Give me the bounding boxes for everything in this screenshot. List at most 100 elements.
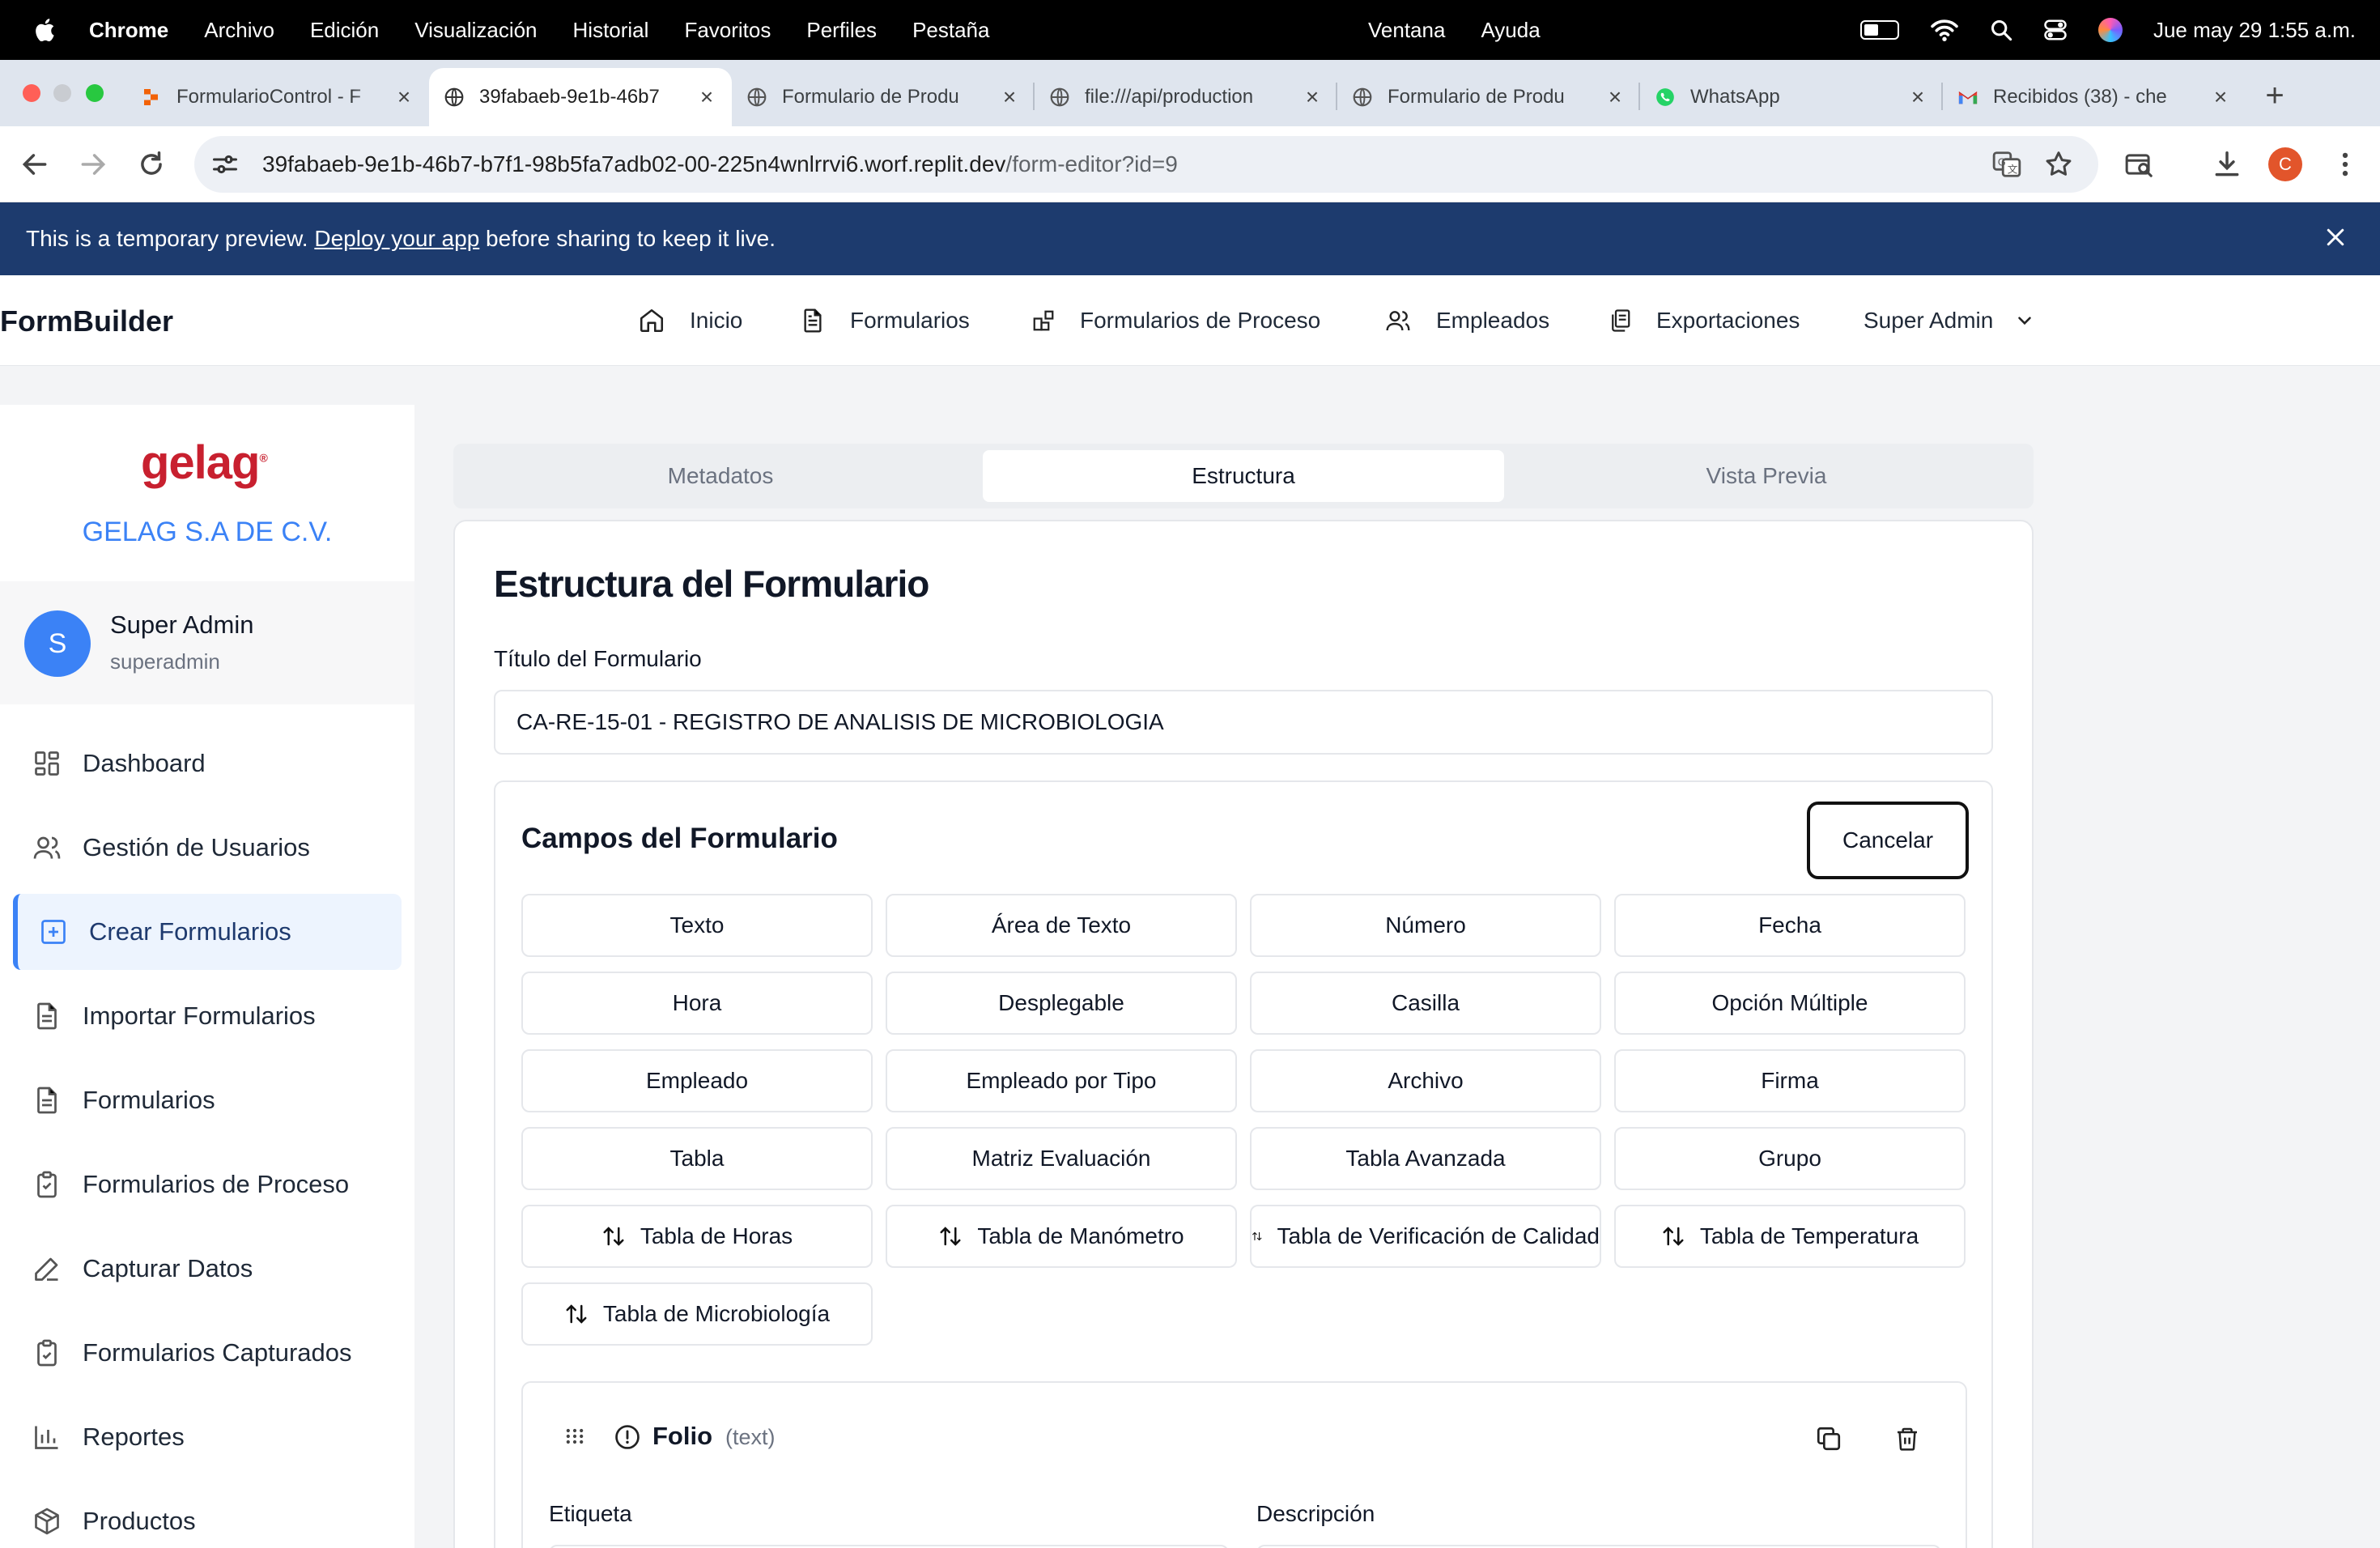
add-field-empleado-tipo-button[interactable]: Empleado por Tipo — [886, 1049, 1237, 1112]
add-field-tabla-microbiologia-button[interactable]: Tabla de Microbiología — [521, 1282, 873, 1346]
add-field-tabla-temperatura-button[interactable]: Tabla de Temperatura — [1614, 1205, 1966, 1268]
tab-close-icon[interactable]: × — [1907, 84, 1928, 110]
nav-formularios[interactable]: Formularios — [800, 275, 970, 366]
tab-close-icon[interactable]: × — [999, 84, 1020, 110]
sidebar-item-formularios[interactable]: Formularios — [13, 1062, 402, 1138]
chrome-menu-icon[interactable] — [2330, 149, 2361, 180]
user-menu[interactable]: Super Admin — [1864, 275, 2035, 366]
new-tab-button[interactable]: + — [2255, 76, 2294, 115]
arrow-up-down-icon — [603, 1227, 624, 1246]
apple-logo-icon[interactable] — [32, 16, 60, 44]
wifi-icon[interactable] — [1930, 18, 1959, 42]
nav-inicio[interactable]: Inicio — [638, 275, 742, 366]
browser-tab[interactable]: Recibidos (38) - che × — [1943, 68, 2246, 126]
sidebar-item-dashboard[interactable]: Dashboard — [13, 725, 402, 802]
close-icon[interactable] — [2323, 225, 2348, 249]
tab-metadatos[interactable]: Metadatos — [460, 450, 981, 502]
sidebar-item-productos[interactable]: Productos — [13, 1483, 402, 1548]
reload-icon[interactable] — [136, 149, 167, 180]
add-field-archivo-button[interactable]: Archivo — [1250, 1049, 1601, 1112]
tab-search-icon[interactable] — [2124, 149, 2155, 180]
menubar-item-ayuda[interactable]: Ayuda — [1481, 18, 1540, 43]
bookmark-star-icon[interactable] — [2043, 149, 2074, 180]
browser-tab[interactable]: Formulario de Produ × — [1337, 68, 1640, 126]
menubar-item-visualizacion[interactable]: Visualización — [414, 18, 537, 43]
nav-exportaciones[interactable]: Exportaciones — [1608, 275, 1800, 366]
menubar-item-archivo[interactable]: Archivo — [204, 18, 274, 43]
sidebar-item-formularios-capturados[interactable]: Formularios Capturados — [13, 1315, 402, 1391]
tab-close-icon[interactable]: × — [2210, 84, 2231, 110]
translate-icon[interactable]: G文 — [1991, 149, 2022, 180]
deploy-app-link[interactable]: Deploy your app — [314, 226, 479, 252]
control-center-icon[interactable] — [2043, 18, 2068, 42]
menubar-item-edicion[interactable]: Edición — [310, 18, 379, 43]
field-label-input[interactable] — [549, 1545, 1229, 1548]
forward-arrow-icon[interactable] — [78, 149, 108, 180]
menubar-item-ventana[interactable]: Ventana — [1368, 18, 1445, 43]
tab-close-icon[interactable]: × — [696, 84, 717, 110]
back-arrow-icon[interactable] — [19, 149, 50, 180]
sidebar-item-reportes[interactable]: Reportes — [13, 1399, 402, 1475]
window-close-button[interactable] — [23, 84, 40, 102]
add-field-firma-button[interactable]: Firma — [1614, 1049, 1966, 1112]
browser-tab-title: Formulario de Produ — [782, 86, 959, 108]
add-field-texto-button[interactable]: Texto — [521, 894, 873, 957]
download-icon[interactable] — [2212, 149, 2242, 180]
file-icon — [37, 1087, 57, 1114]
tab-close-icon[interactable]: × — [393, 84, 414, 110]
nav-empleados[interactable]: Empleados — [1384, 275, 1549, 366]
siri-icon[interactable] — [2097, 18, 2123, 42]
button-label: Tabla de Manómetro — [977, 1223, 1184, 1248]
add-field-hora-button[interactable]: Hora — [521, 972, 873, 1035]
tab-close-icon[interactable]: × — [1302, 84, 1323, 110]
window-minimize-button[interactable] — [53, 84, 71, 102]
form-title-input[interactable]: CA-RE-15-01 - REGISTRO DE ANALISIS DE MI… — [494, 690, 1993, 755]
sidebar-item-crear-formularios[interactable]: Crear Formularios — [13, 894, 402, 970]
nav-formularios-de-proceso[interactable]: Formularios de Proceso — [1031, 275, 1320, 366]
window-zoom-button[interactable] — [86, 84, 104, 102]
sidebar-item-capturar-datos[interactable]: Capturar Datos — [13, 1231, 402, 1307]
browser-tab[interactable]: WhatsApp × — [1640, 68, 1943, 126]
browser-tab[interactable]: Formulario de Produ × — [732, 68, 1035, 126]
drag-handle-icon[interactable] — [563, 1425, 586, 1448]
add-field-casilla-button[interactable]: Casilla — [1250, 972, 1601, 1035]
add-field-tabla-horas-button[interactable]: Tabla de Horas — [521, 1205, 873, 1268]
spotlight-search-icon[interactable] — [1990, 19, 2012, 41]
sidebar-item-gestion-usuarios[interactable]: Gestión de Usuarios — [13, 810, 402, 886]
browser-tab[interactable]: FormularioControl - F × — [126, 68, 429, 126]
add-field-empleado-button[interactable]: Empleado — [521, 1049, 873, 1112]
add-field-tabla-avanzada-button[interactable]: Tabla Avanzada — [1250, 1127, 1601, 1190]
menubar-clock[interactable]: Jue may 29 1:55 a.m. — [2153, 18, 2356, 43]
add-field-grupo-button[interactable]: Grupo — [1614, 1127, 1966, 1190]
add-field-fecha-button[interactable]: Fecha — [1614, 894, 1966, 957]
add-field-tabla-button[interactable]: Tabla — [521, 1127, 873, 1190]
field-description-input[interactable] — [1256, 1545, 1941, 1548]
battery-icon[interactable] — [1859, 20, 1899, 40]
menubar-item-perfiles[interactable]: Perfiles — [806, 18, 877, 43]
app-brand[interactable]: FormBuilder — [0, 304, 173, 338]
cancel-button[interactable]: Cancelar — [1807, 802, 1969, 879]
add-field-matriz-evaluacion-button[interactable]: Matriz Evaluación — [886, 1127, 1237, 1190]
trash-icon[interactable] — [1894, 1425, 1920, 1452]
menubar-item-pestana[interactable]: Pestaña — [912, 18, 989, 43]
profile-avatar[interactable]: C — [2268, 147, 2302, 181]
menubar-item-historial[interactable]: Historial — [573, 18, 649, 43]
add-field-tabla-verificacion-calidad-button[interactable]: Tabla de Verificación de Calidad — [1250, 1205, 1601, 1268]
menubar-app-name[interactable]: Chrome — [89, 18, 168, 43]
browser-tab-active[interactable]: 39fabaeb-9e1b-46b7 × — [429, 68, 732, 126]
add-field-opcion-multiple-button[interactable]: Opción Múltiple — [1614, 972, 1966, 1035]
tab-estructura[interactable]: Estructura — [983, 450, 1504, 502]
add-field-desplegable-button[interactable]: Desplegable — [886, 972, 1237, 1035]
add-field-tabla-manometro-button[interactable]: Tabla de Manómetro — [886, 1205, 1237, 1268]
sidebar-item-formularios-proceso[interactable]: Formularios de Proceso — [13, 1146, 402, 1223]
add-field-area-texto-button[interactable]: Área de Texto — [886, 894, 1237, 957]
add-field-numero-button[interactable]: Número — [1250, 894, 1601, 957]
menubar-item-favoritos[interactable]: Favoritos — [684, 18, 771, 43]
sidebar-item-importar-formularios[interactable]: Importar Formularios — [13, 978, 402, 1054]
tab-vista-previa[interactable]: Vista Previa — [1506, 450, 2027, 502]
site-info-icon[interactable] — [210, 150, 240, 179]
duplicate-icon[interactable] — [1815, 1425, 1842, 1452]
browser-tab[interactable]: file:///api/production × — [1035, 68, 1337, 126]
address-bar[interactable]: 39fabaeb-9e1b-46b7-b7f1-98b5fa7adb02-00-… — [194, 136, 2098, 193]
tab-close-icon[interactable]: × — [1604, 84, 1626, 110]
